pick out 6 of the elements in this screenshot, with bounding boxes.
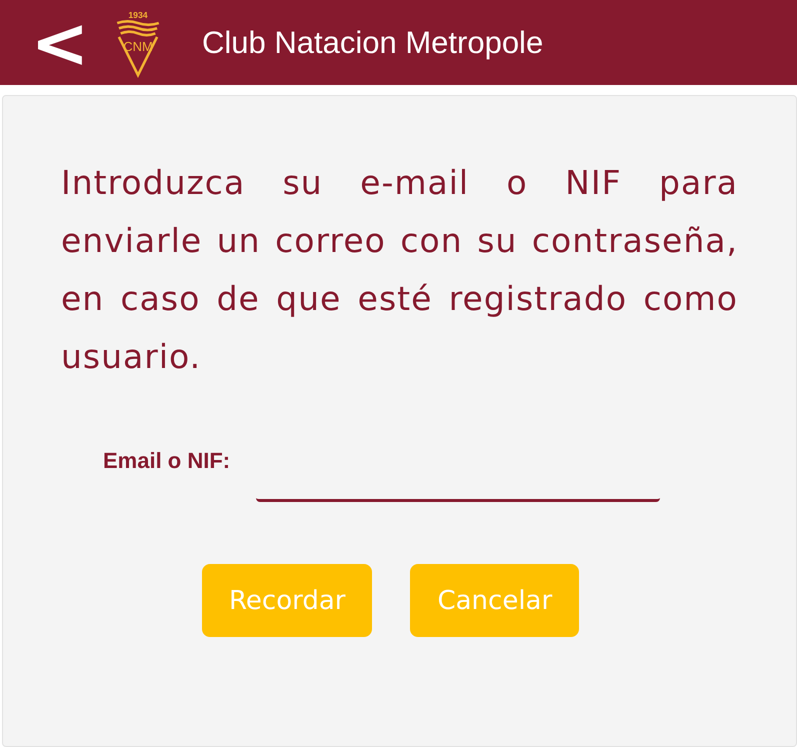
instructions-text: Introduzca su e-mail o NIF para enviarle un correo con su contraseña, en caso de que esté registrado como usuario.: [61, 162, 738, 378]
form-button[interactable]: Cancelar: [410, 564, 580, 637]
back-button[interactable]: <: [30, 8, 90, 78]
app-title: Club Natacion Metropole: [202, 24, 544, 60]
form-button[interactable]: Recordar: [202, 564, 372, 637]
field-label: Email o NIF:: [103, 448, 230, 474]
